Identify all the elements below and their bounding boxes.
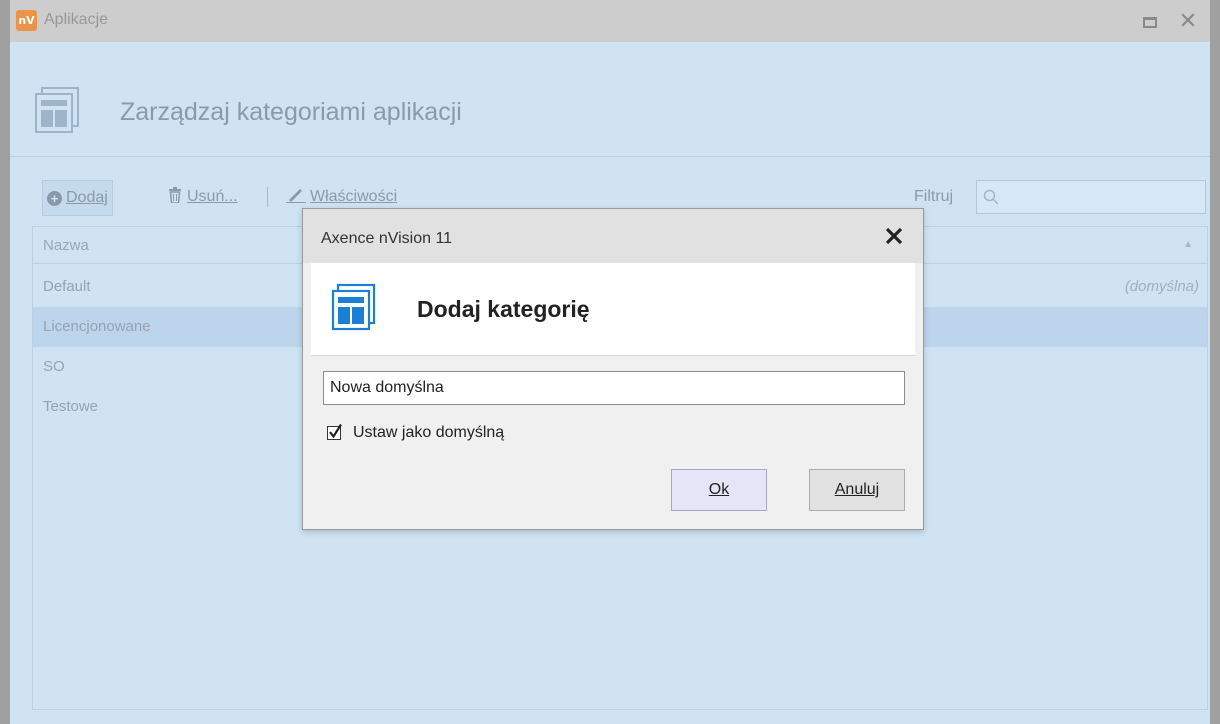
dialog-heading: Dodaj kategorię bbox=[417, 296, 590, 322]
list-item-name: Default bbox=[43, 278, 91, 295]
dialog-banner: Dodaj kategorię bbox=[311, 263, 915, 356]
window-close-button[interactable]: ✕ bbox=[1176, 9, 1200, 33]
page-title: Zarządzaj kategoriami aplikacji bbox=[120, 98, 462, 126]
delete-label: Usuń... bbox=[187, 188, 238, 205]
dialog-title: Axence nVision 11 bbox=[321, 230, 453, 247]
delete-button[interactable]: Usuń... bbox=[168, 178, 238, 216]
plus-circle-icon: + bbox=[47, 191, 62, 206]
window-title: Aplikacje bbox=[44, 11, 109, 28]
add-category-dialog: Axence nVision 11 Dodaj kategorię Ustaw … bbox=[302, 208, 924, 530]
filter-input[interactable] bbox=[976, 180, 1206, 214]
maximize-icon bbox=[1143, 16, 1157, 28]
list-item-name: Licencjonowane bbox=[43, 318, 151, 335]
category-name-input[interactable] bbox=[323, 371, 905, 405]
ok-button[interactable]: Ok bbox=[671, 469, 767, 511]
window-titlebar[interactable]: nV Aplikacje ✕ bbox=[10, 0, 1210, 43]
search-icon bbox=[983, 189, 999, 205]
category-window-icon bbox=[35, 87, 79, 133]
nvision-logo-icon: nV bbox=[16, 10, 37, 31]
dialog-titlebar[interactable]: Axence nVision 11 bbox=[303, 209, 923, 263]
ok-label: Ok bbox=[708, 481, 730, 498]
column-header-name[interactable]: Nazwa bbox=[43, 237, 89, 254]
category-window-icon bbox=[331, 283, 376, 331]
set-default-label: Ustaw jako domyślną bbox=[353, 424, 505, 441]
window-header: Zarządzaj kategoriami aplikacji bbox=[10, 42, 1210, 157]
checkbox-checked-icon[interactable] bbox=[327, 424, 343, 440]
add-button[interactable]: + Dodaj bbox=[42, 180, 113, 216]
properties-label: Właściwości bbox=[310, 188, 398, 205]
list-item-name: SO bbox=[43, 358, 65, 375]
toolbar-divider bbox=[267, 187, 268, 207]
trash-icon bbox=[169, 187, 181, 204]
default-tag: (domyślna) bbox=[1124, 278, 1199, 295]
close-icon[interactable] bbox=[883, 225, 905, 247]
pencil-icon bbox=[286, 189, 306, 203]
cancel-label: Anuluj bbox=[834, 481, 880, 498]
sort-ascending-icon: ▲ bbox=[1183, 239, 1193, 250]
add-label: Dodaj bbox=[66, 189, 108, 206]
maximize-button[interactable] bbox=[1138, 9, 1162, 33]
cancel-button[interactable]: Anuluj bbox=[809, 469, 905, 511]
list-item-name: Testowe bbox=[43, 398, 99, 415]
